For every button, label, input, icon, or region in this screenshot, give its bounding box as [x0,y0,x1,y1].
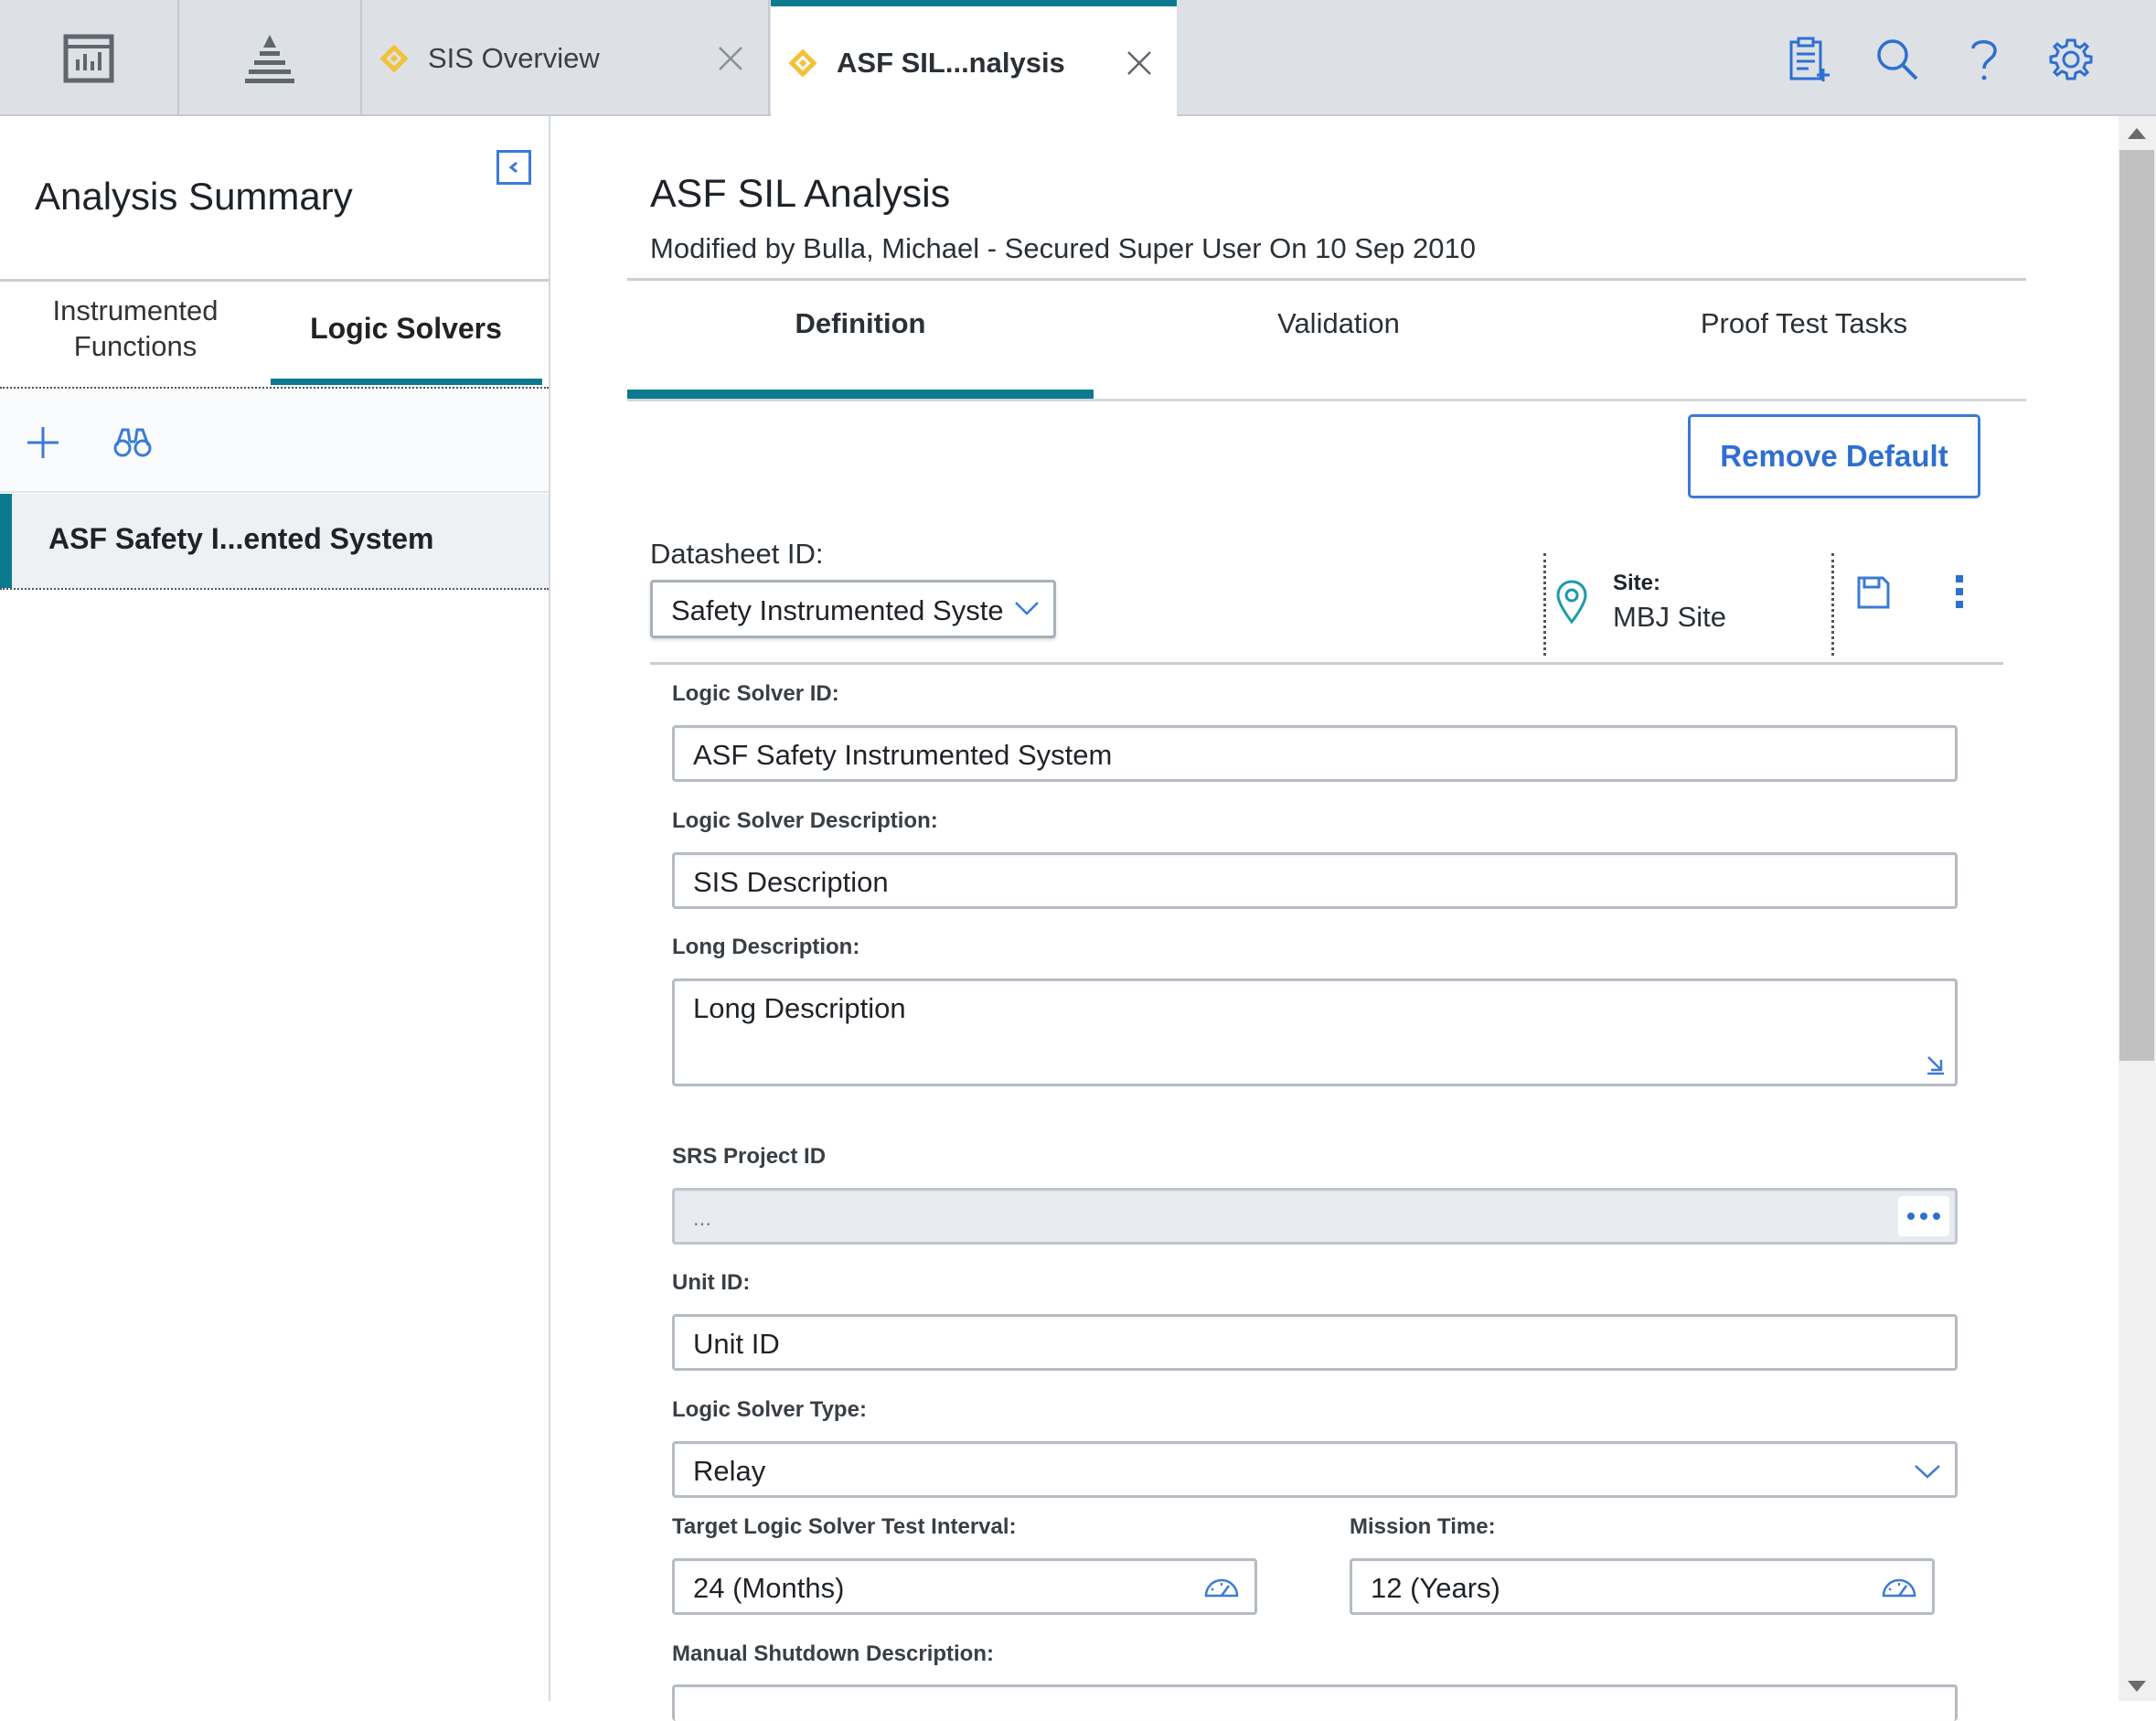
collapse-panel-button[interactable] [496,150,531,185]
tab-label-line: Instrumented [52,294,219,326]
new-checklist-button[interactable] [1787,27,1832,91]
field-value: SIS Description [693,866,889,898]
field-value: Relay [693,1455,766,1487]
tab-definition[interactable]: Definition [627,307,1094,340]
field-value: 12 (Years) [1371,1572,1500,1604]
list-item[interactable]: ASF Safety I...ented System [0,494,549,588]
long-description-label: Long Description: [672,935,860,959]
top-bar: SIS Overview ASF SIL...nalysis [0,0,2156,119]
tab-logic-solvers[interactable]: Logic Solvers [271,283,541,374]
list-item-label: ASF Safety I...ented System [48,522,434,555]
unit-id-field[interactable]: Unit ID [672,1314,1958,1371]
manual-shutdown-description-label: Manual Shutdown Description: [672,1641,994,1666]
field-value: 24 (Months) [693,1572,845,1604]
gauge-icon[interactable] [1203,1576,1240,1599]
ellipsis-icon [1933,1213,1940,1220]
target-test-interval-field[interactable]: 24 (Months) [672,1558,1257,1615]
scroll-up-arrow-icon[interactable] [2128,128,2146,139]
mission-time-field[interactable]: 12 (Years) [1350,1558,1935,1615]
hierarchy-icon [245,34,294,83]
field-value: ASF Safety Instrumented System [693,739,1113,771]
divider [650,662,2003,665]
field-value: Long Description [693,992,906,1024]
close-icon[interactable] [717,45,744,72]
gear-icon [2049,38,2093,80]
tab-label: SIS Overview [428,41,600,74]
tab-label-line: Functions [73,330,197,362]
manual-shutdown-description-field[interactable] [672,1684,1958,1721]
help-icon [1971,40,1997,80]
tab-sis-overview[interactable]: SIS Overview [362,0,770,116]
logic-solver-description-field[interactable]: SIS Description [672,852,1958,909]
scrollbar-thumb[interactable] [2119,150,2154,1061]
field-value: Unit ID [693,1328,780,1360]
site-label: Site: [1613,571,1661,595]
long-description-textarea[interactable]: Long Description [672,978,1958,1086]
logic-solver-description-label: Logic Solver Description: [672,808,938,833]
location-pin-icon [1556,580,1587,625]
dashboard-icon [63,34,114,82]
save-icon[interactable] [1856,575,1891,610]
field-value: ... [693,1206,712,1231]
plus-icon[interactable] [26,425,60,460]
tab-label: ASF SIL...nalysis [837,46,1065,79]
search-icon [1877,39,1918,80]
browse-button[interactable] [1898,1196,1949,1236]
scroll-down-arrow-icon[interactable] [2128,1681,2146,1692]
divider [627,399,2026,401]
settings-button[interactable] [2048,27,2094,91]
divider [0,279,549,282]
divider [0,588,549,590]
analysis-summary-panel: Analysis Summary Instrumented Functions … [0,116,550,1701]
logic-solver-type-select[interactable]: Relay [672,1441,1958,1498]
expand-icon[interactable] [1924,1053,1948,1076]
srs-project-id-field[interactable]: ... [672,1188,1958,1245]
site-value: MBJ Site [1613,601,1727,633]
logic-solver-type-label: Logic Solver Type: [672,1397,867,1422]
clipboard-add-icon [1789,37,1830,81]
srs-project-id-label: SRS Project ID [672,1144,827,1169]
divider [0,491,549,493]
modified-info: Modified by Bulla, Michael - Secured Sup… [650,232,1476,264]
chevron-left-icon [508,161,518,174]
panel-toolbar [0,389,549,493]
diamond-icon [788,48,817,78]
tab-validation[interactable]: Validation [1105,307,1572,340]
help-button[interactable] [1966,27,2002,91]
active-tab-indicator [271,379,542,385]
unit-id-label: Unit ID: [672,1270,751,1295]
ellipsis-icon [1920,1213,1927,1220]
tab-asf-sil-analysis[interactable]: ASF SIL...nalysis [771,0,1177,119]
divider [1543,553,1546,656]
mission-time-label: Mission Time: [1350,1514,1496,1539]
dashboard-button[interactable] [0,0,179,116]
search-button[interactable] [1874,27,1920,91]
gauge-icon[interactable] [1881,1576,1917,1599]
tab-instrumented-functions[interactable]: Instrumented Functions [0,283,271,374]
binoculars-icon[interactable] [113,425,152,458]
ellipsis-icon [1907,1213,1915,1220]
page-title: ASF SIL Analysis [650,172,951,216]
logic-solver-id-field[interactable]: ASF Safety Instrumented System [672,725,1958,782]
divider [1831,553,1834,656]
chevron-down-icon [1015,602,1039,615]
logic-solver-id-label: Logic Solver ID: [672,681,839,706]
datasheet-select[interactable]: Safety Instrumented Syste [650,580,1056,638]
datasheet-value: Safety Instrumented Syste [671,594,1004,626]
remove-default-button[interactable]: Remove Default [1688,414,1980,498]
chevron-down-icon [1915,1465,1940,1479]
datasheet-label: Datasheet ID: [650,538,824,570]
active-tab-indicator [627,390,1094,399]
tab-proof-test-tasks[interactable]: Proof Test Tasks [1571,307,2037,340]
tab-label: Logic Solvers [310,311,502,345]
panel-title: Analysis Summary [35,175,353,218]
divider [627,278,2026,281]
diamond-icon [379,43,409,73]
hierarchy-button[interactable] [179,0,362,116]
more-options-icon[interactable] [1955,573,1964,610]
close-icon[interactable] [1126,49,1153,77]
target-test-interval-label: Target Logic Solver Test Interval: [672,1514,1017,1539]
